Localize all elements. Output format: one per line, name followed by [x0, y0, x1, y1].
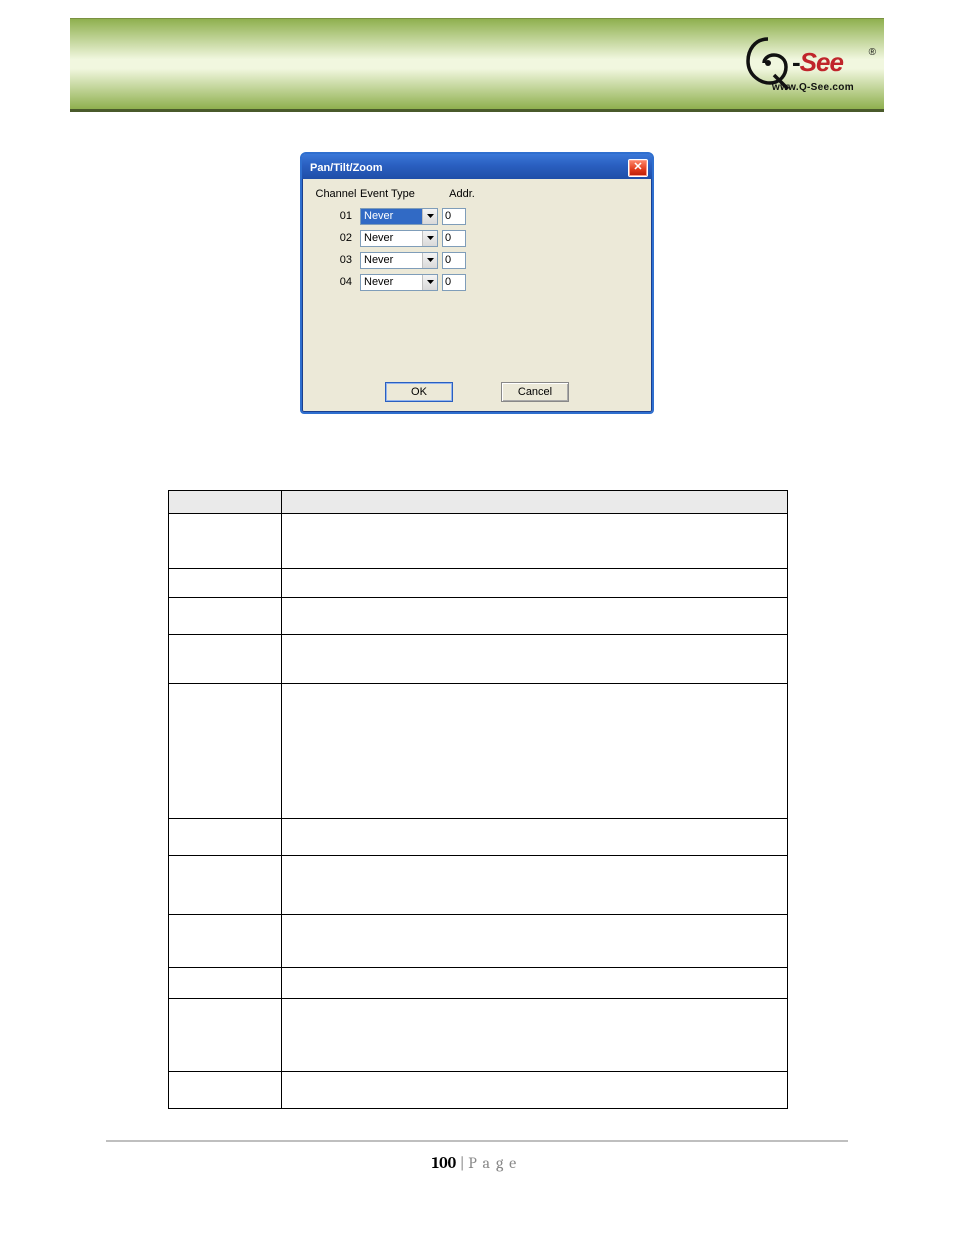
footer-rule	[106, 1140, 848, 1142]
addr-input[interactable]: 0	[442, 274, 466, 291]
column-headers: Channel Event Type Addr.	[312, 185, 642, 203]
channel-label: 02	[312, 232, 360, 244]
logo-url: www.Q-See.com	[772, 82, 854, 93]
event-type-combo[interactable]: Never	[360, 252, 438, 269]
event-type-combo[interactable]: Never	[360, 208, 438, 225]
combo-value: Never	[361, 209, 422, 224]
channel-row: 02 Never 0	[312, 227, 642, 249]
addr-input[interactable]: 0	[442, 230, 466, 247]
channel-row: 04 Never 0	[312, 271, 642, 293]
cancel-button[interactable]: Cancel	[501, 382, 569, 402]
channel-label: 03	[312, 254, 360, 266]
logo-text: -See	[792, 47, 843, 78]
table-row	[169, 598, 788, 635]
header-channel: Channel	[312, 188, 360, 200]
page-label: Page	[468, 1154, 522, 1172]
table-row	[169, 684, 788, 819]
table-row	[169, 514, 788, 569]
combo-value: Never	[361, 253, 422, 268]
channel-label: 04	[312, 276, 360, 288]
dialog-title: Pan/Tilt/Zoom	[310, 162, 383, 174]
table-header-row	[169, 491, 788, 514]
page-footer: 100 | Page	[0, 1154, 954, 1172]
ptz-dialog: Pan/Tilt/Zoom ✕ Channel Event Type Addr.…	[300, 152, 654, 414]
table-row	[169, 1072, 788, 1109]
channel-row: 01 Never 0	[312, 205, 642, 227]
page-number: 100	[432, 1154, 456, 1172]
table-header-cell	[169, 491, 282, 514]
event-type-combo[interactable]: Never	[360, 230, 438, 247]
chevron-down-icon[interactable]	[422, 209, 437, 224]
header-event-type: Event Type	[360, 188, 442, 200]
doc-table	[168, 490, 788, 1109]
close-button[interactable]: ✕	[628, 159, 648, 177]
header-addr: Addr.	[442, 188, 482, 200]
table-row	[169, 915, 788, 968]
combo-value: Never	[361, 231, 422, 246]
table-header-cell	[282, 491, 788, 514]
chevron-down-icon[interactable]	[422, 275, 437, 290]
table-row	[169, 999, 788, 1072]
table-row	[169, 635, 788, 684]
table-row	[169, 968, 788, 999]
table-row	[169, 856, 788, 915]
footer-separator: |	[456, 1154, 468, 1172]
logo-registered: ®	[869, 47, 876, 58]
combo-value: Never	[361, 275, 422, 290]
dialog-button-row: OK Cancel	[302, 382, 652, 402]
dialog-titlebar[interactable]: Pan/Tilt/Zoom ✕	[302, 154, 652, 179]
event-type-combo[interactable]: Never	[360, 274, 438, 291]
table-row	[169, 819, 788, 856]
ok-button[interactable]: OK	[385, 382, 453, 402]
dialog-body: Channel Event Type Addr. 01 Never 0 02 N…	[302, 179, 652, 299]
channel-label: 01	[312, 210, 360, 222]
chevron-down-icon[interactable]	[422, 253, 437, 268]
channel-row: 03 Never 0	[312, 249, 642, 271]
chevron-down-icon[interactable]	[422, 231, 437, 246]
qsee-logo: -See ® www.Q-See.com	[744, 27, 874, 105]
table-row	[169, 569, 788, 598]
header-banner: -See ® www.Q-See.com	[70, 18, 884, 112]
addr-input[interactable]: 0	[442, 252, 466, 269]
addr-input[interactable]: 0	[442, 208, 466, 225]
